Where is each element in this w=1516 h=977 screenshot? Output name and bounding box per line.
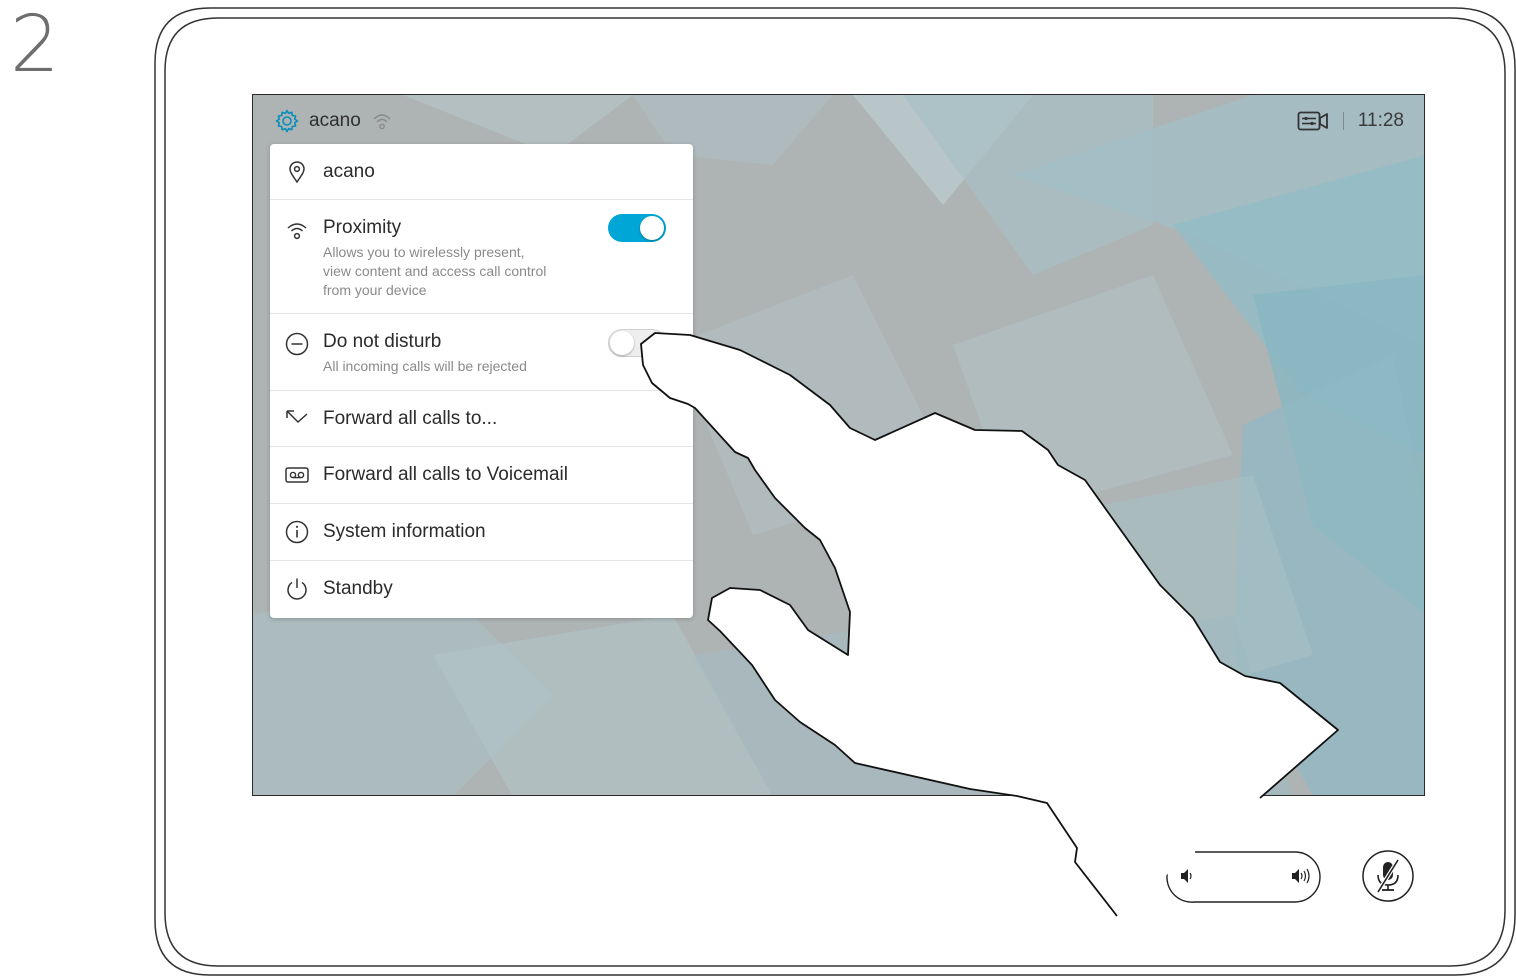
do-not-disturb-toggle[interactable]: [608, 329, 666, 357]
menu-item-forward-voicemail[interactable]: Forward all calls to Voicemail: [270, 447, 693, 504]
clock: 11:28: [1357, 110, 1404, 131]
menu-item-do-not-disturb[interactable]: Do not disturb All incoming calls will b…: [270, 314, 693, 391]
status-bar-left: acano: [275, 107, 393, 135]
forward-arrow-icon: [286, 410, 308, 424]
menu-item-title: Standby: [323, 578, 393, 599]
speaker-high-icon[interactable]: [1292, 868, 1310, 884]
menu-item-title: Proximity: [323, 217, 402, 238]
info-icon: [285, 520, 309, 544]
volume-control[interactable]: [1160, 848, 1330, 906]
menu-item-forward-calls[interactable]: Forward all calls to...: [270, 391, 693, 447]
proximity-toggle[interactable]: [608, 214, 666, 242]
menu-item-standby[interactable]: Standby: [270, 561, 693, 618]
menu-item-title: Forward all calls to...: [323, 408, 498, 429]
selfview-camera-icon[interactable]: [1297, 110, 1329, 132]
location-pin-icon: [289, 161, 305, 184]
device-name[interactable]: acano: [309, 110, 361, 132]
minus-circle-icon: [285, 332, 309, 356]
status-separator: [1342, 112, 1344, 130]
mute-button[interactable]: [1358, 848, 1418, 908]
toggle-knob: [610, 331, 634, 355]
speaker-low-icon[interactable]: [1181, 869, 1192, 883]
menu-item-proximity[interactable]: Proximity Allows you to wirelessly prese…: [270, 200, 693, 314]
touch-screen: acano 11:28 acano Proximity Allows you t…: [252, 94, 1425, 796]
toggle-knob: [640, 216, 664, 240]
gear-icon[interactable]: [275, 109, 299, 133]
menu-item-title: Forward all calls to Voicemail: [323, 464, 568, 485]
menu-item-title: System information: [323, 521, 486, 542]
proximity-icon: [287, 223, 307, 240]
menu-item-description: All incoming calls will be rejected: [323, 358, 527, 374]
status-bar-right: 11:28: [1297, 107, 1404, 135]
menu-item-system-information[interactable]: System information: [270, 504, 693, 561]
power-icon: [287, 578, 307, 600]
menu-item-description: Allows you to wirelessly present, view c…: [323, 244, 547, 298]
menu-item-title: acano: [323, 161, 375, 182]
voicemail-icon: [285, 467, 309, 483]
proximity-icon: [373, 114, 391, 130]
settings-menu: acano Proximity Allows you to wirelessly…: [270, 144, 693, 618]
menu-item-title: Do not disturb: [323, 331, 442, 352]
menu-item-device[interactable]: acano: [270, 144, 693, 200]
